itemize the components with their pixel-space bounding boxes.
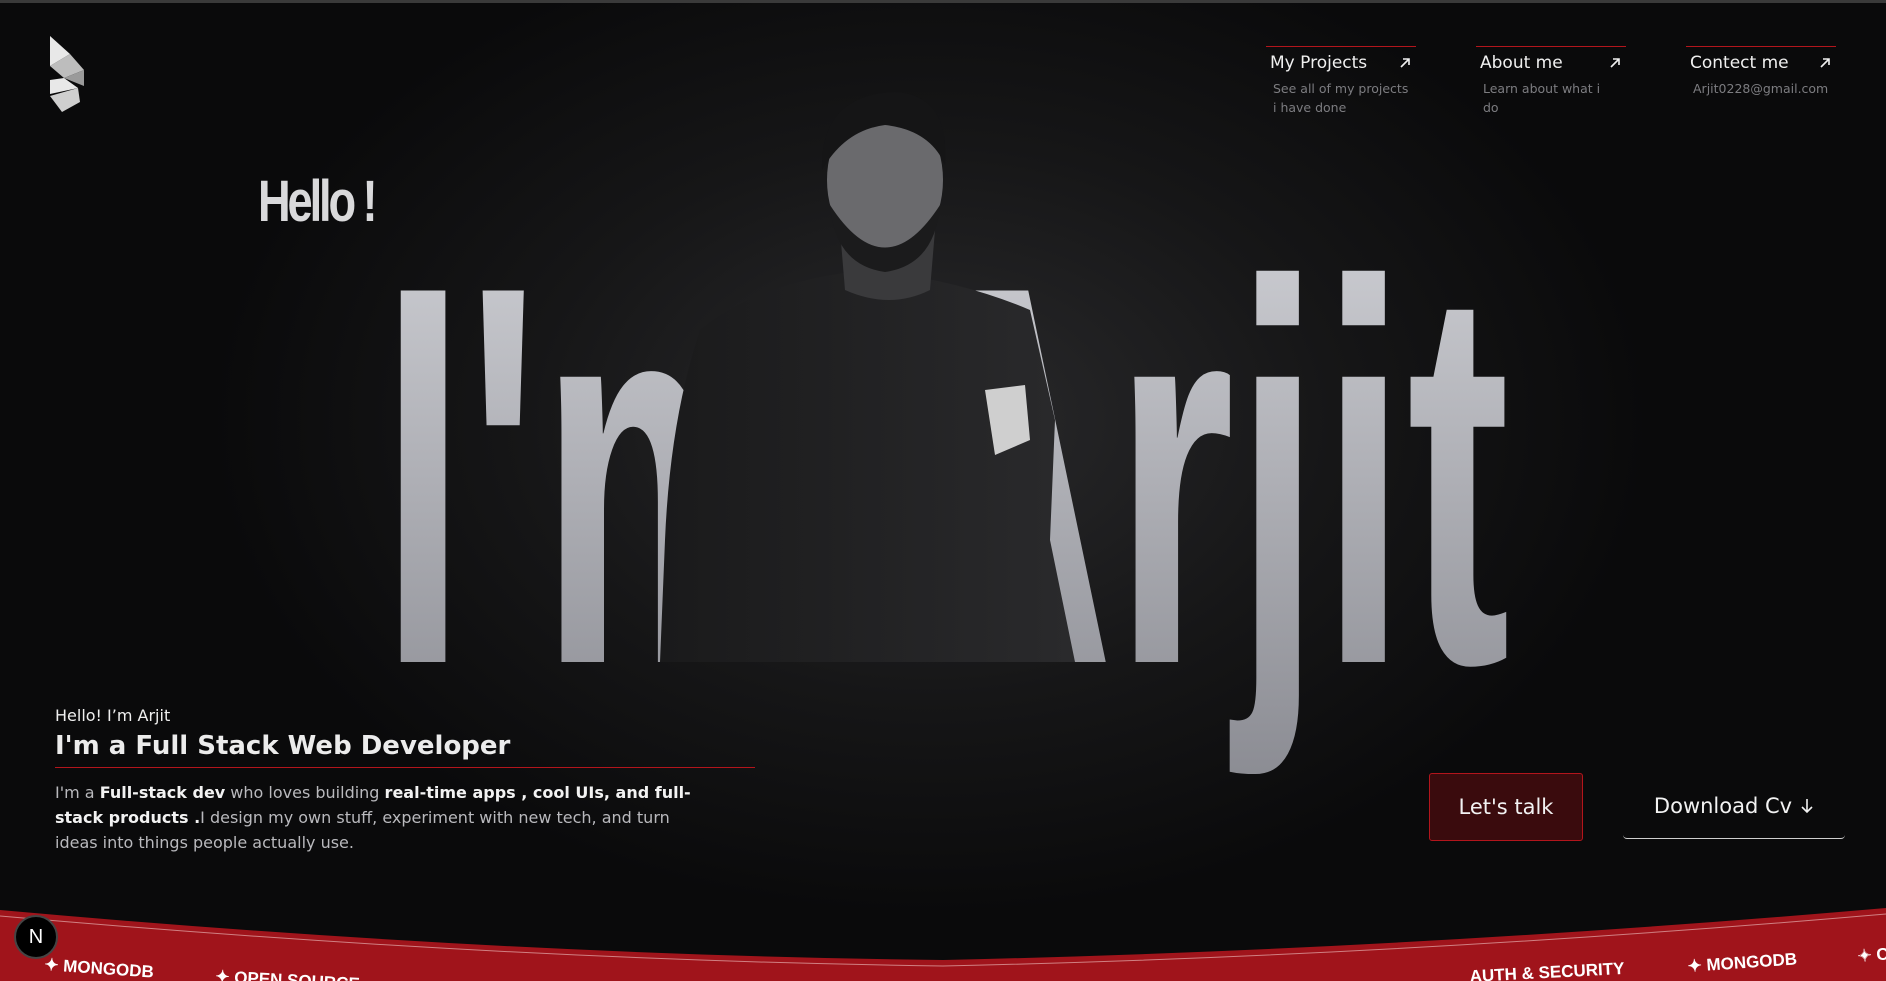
arrow-down-icon: [1801, 798, 1813, 813]
lets-talk-button[interactable]: Let's talk: [1429, 773, 1583, 841]
intro-description: I'm a Full-stack dev who loves building …: [55, 783, 691, 852]
intro-title: I'm a Full Stack Web Developer: [55, 731, 755, 768]
marquee-item: ✦ C: [1857, 944, 1886, 966]
portfolio-page: My Projects See all of my projects i hav…: [0, 0, 1886, 981]
intro-section: Hello! I’m Arjit I'm a Full Stack Web De…: [55, 706, 755, 855]
skills-marquee: ✦ MONGODB ✦ OPEN SOURCE AUTH & SECURITY …: [0, 908, 1886, 981]
nextjs-dev-badge[interactable]: N: [14, 915, 58, 959]
intro-greeting: Hello! I’m Arjit: [55, 706, 171, 725]
download-cv-label: Download Cv: [1653, 793, 1793, 818]
download-cv-button[interactable]: Download Cv: [1623, 773, 1845, 839]
